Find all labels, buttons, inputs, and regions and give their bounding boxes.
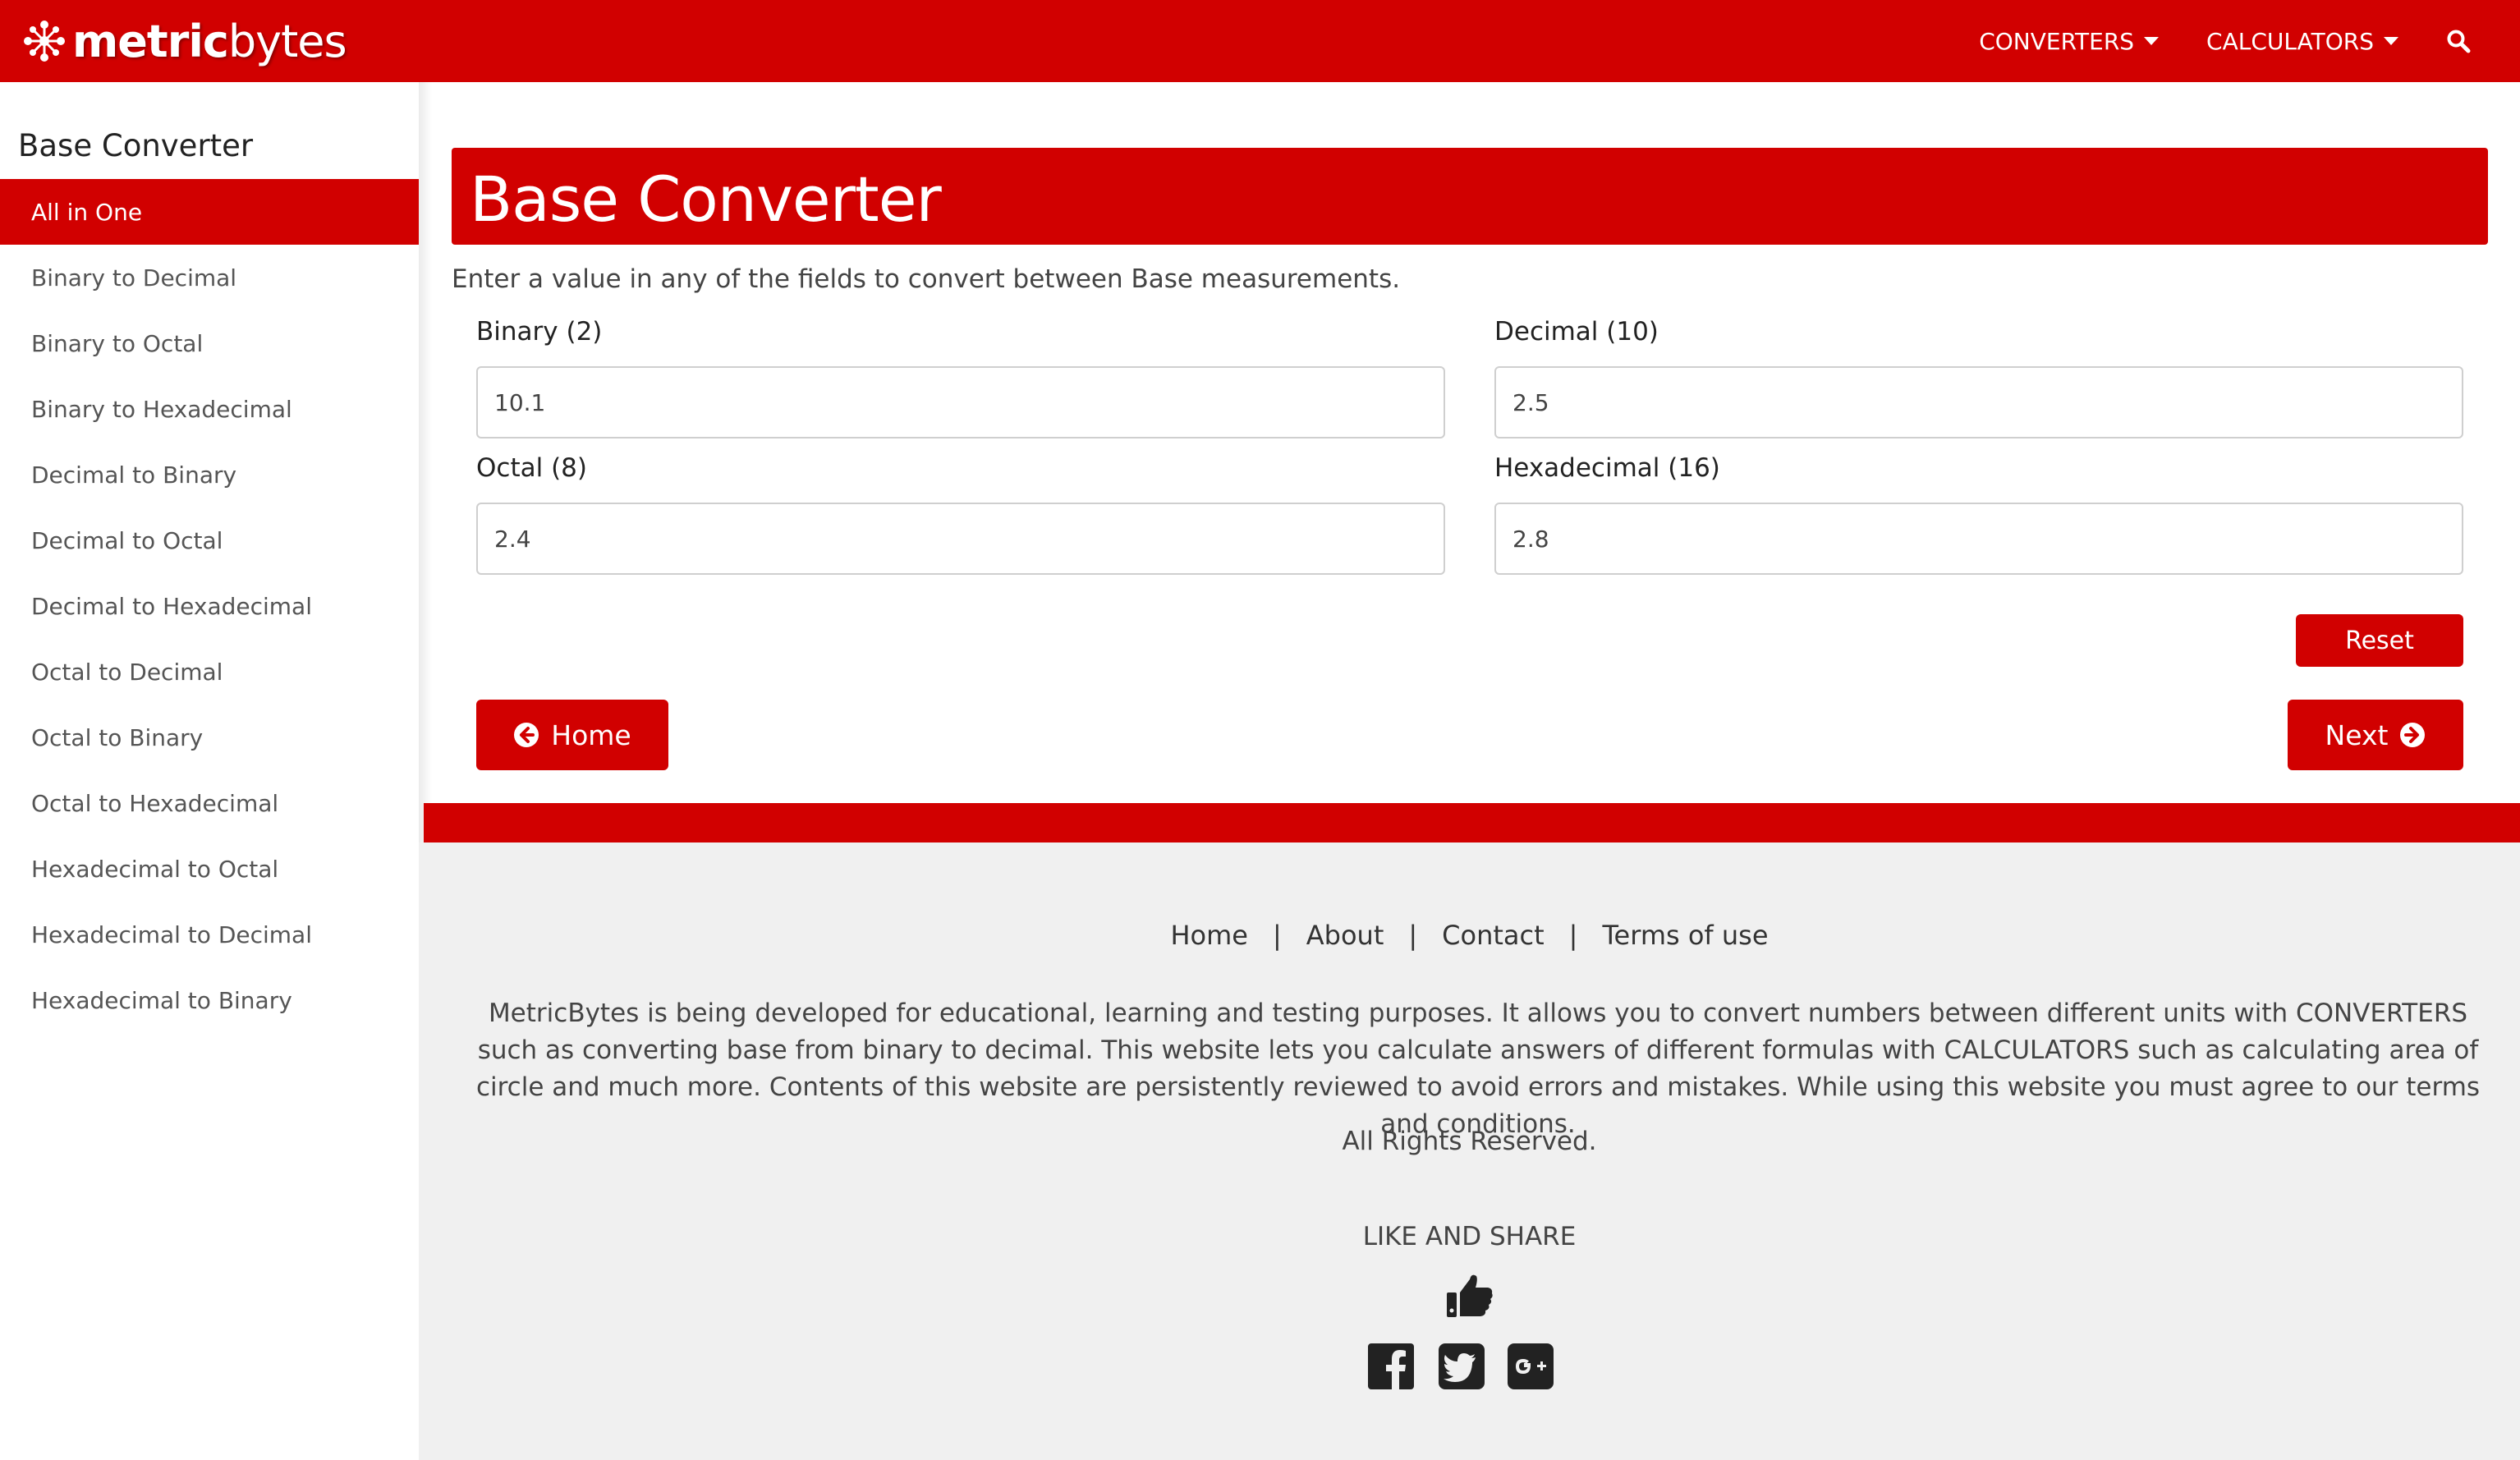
sidebar-item-hexadecimal-to-binary[interactable]: Hexadecimal to Binary (0, 967, 419, 1033)
twitter-icon[interactable] (1437, 1342, 1486, 1391)
logo-text: metricbytes (72, 16, 347, 67)
footer-link-terms[interactable]: Terms of use (1602, 920, 1768, 951)
sidebar: Base Converter All in One Binary to Deci… (0, 82, 419, 1460)
thumbs-up-icon (1447, 1274, 1493, 1317)
sidebar-item-octal-to-hexadecimal[interactable]: Octal to Hexadecimal (0, 770, 419, 836)
decimal-input[interactable] (1494, 366, 2463, 438)
main-menu: CONVERTERS CALCULATORS (1979, 0, 2471, 82)
google-plus-icon[interactable] (1506, 1342, 1555, 1391)
next-button-label: Next (2325, 719, 2389, 751)
nav-calculators-label: CALCULATORS (2206, 27, 2374, 55)
sidebar-item-all-in-one[interactable]: All in One (0, 179, 419, 245)
sidebar-item-hexadecimal-to-octal[interactable]: Hexadecimal to Octal (0, 836, 419, 902)
sidebar-item-octal-to-binary[interactable]: Octal to Binary (0, 705, 419, 770)
facebook-icon[interactable] (1366, 1342, 1416, 1391)
reset-button-label: Reset (2345, 626, 2414, 655)
sidebar-title: Base Converter (18, 128, 254, 163)
logo-icon (24, 21, 65, 62)
binary-label: Binary (2) (476, 317, 603, 347)
arrow-circle-right-icon (2400, 723, 2426, 747)
nav-converters[interactable]: CONVERTERS (1979, 27, 2160, 55)
octal-input[interactable] (476, 503, 1445, 575)
sidebar-item-binary-to-octal[interactable]: Binary to Octal (0, 310, 419, 376)
footer-description: MetricBytes is being developed for educa… (475, 999, 2481, 1139)
arrow-circle-left-icon (514, 723, 539, 747)
reset-button[interactable]: Reset (2296, 614, 2463, 667)
sidebar-item-binary-to-decimal[interactable]: Binary to Decimal (0, 245, 419, 310)
caret-down-icon (2144, 37, 2160, 45)
footer-separator: | (1408, 920, 1418, 951)
footer-link-home[interactable]: Home (1170, 920, 1248, 951)
footer-links: Home | About | Contact | Terms of use (419, 920, 2520, 951)
like-and-share-label: LIKE AND SHARE (1362, 1222, 1577, 1251)
hexadecimal-input[interactable] (1494, 503, 2463, 575)
footer-link-contact[interactable]: Contact (1442, 920, 1545, 951)
sidebar-item-binary-to-hexadecimal[interactable]: Binary to Hexadecimal (0, 376, 419, 442)
top-navbar: metricbytes CONVERTERS CALCULATORS (0, 0, 2520, 82)
sidebar-item-decimal-to-octal[interactable]: Decimal to Octal (0, 507, 419, 573)
sidebar-item-octal-to-decimal[interactable]: Octal to Decimal (0, 639, 419, 705)
page-title: Base Converter (470, 163, 942, 236)
site-logo[interactable]: metricbytes (21, 11, 347, 71)
nav-calculators[interactable]: CALCULATORS (2206, 28, 2398, 55)
home-button-label: Home (551, 719, 631, 751)
octal-label: Octal (8) (476, 453, 587, 483)
sidebar-item-decimal-to-hexadecimal[interactable]: Decimal to Hexadecimal (0, 573, 419, 639)
footer-separator: | (1568, 920, 1578, 951)
sidebar-list: All in One Binary to Decimal Binary to O… (0, 179, 419, 1033)
search-icon[interactable] (2446, 29, 2471, 53)
logo-text-metric: metric (72, 15, 229, 67)
sidebar-item-decimal-to-binary[interactable]: Decimal to Binary (0, 442, 419, 507)
caret-down-icon (2384, 37, 2398, 45)
footer-red-strip (424, 803, 2520, 842)
logo-text-bytes: bytes (227, 15, 347, 67)
nav-converters-label: CONVERTERS (1979, 27, 2135, 55)
footer-separator: | (1272, 920, 1282, 951)
footer-link-about[interactable]: About (1306, 920, 1384, 951)
intro-text: Enter a value in any of the fields to co… (452, 264, 1401, 294)
copyright-text: All Rights Reserved. (1342, 1127, 1597, 1156)
sidebar-item-hexadecimal-to-decimal[interactable]: Hexadecimal to Decimal (0, 902, 419, 967)
next-button[interactable]: Next (2288, 700, 2463, 770)
footer: Home | About | Contact | Terms of use Me… (419, 842, 2520, 1460)
decimal-label: Decimal (10) (1494, 317, 1659, 347)
hexadecimal-label: Hexadecimal (16) (1494, 453, 1720, 483)
home-button[interactable]: Home (476, 700, 668, 770)
binary-input[interactable] (476, 366, 1445, 438)
page-title-bar: Base Converter (452, 148, 2488, 245)
